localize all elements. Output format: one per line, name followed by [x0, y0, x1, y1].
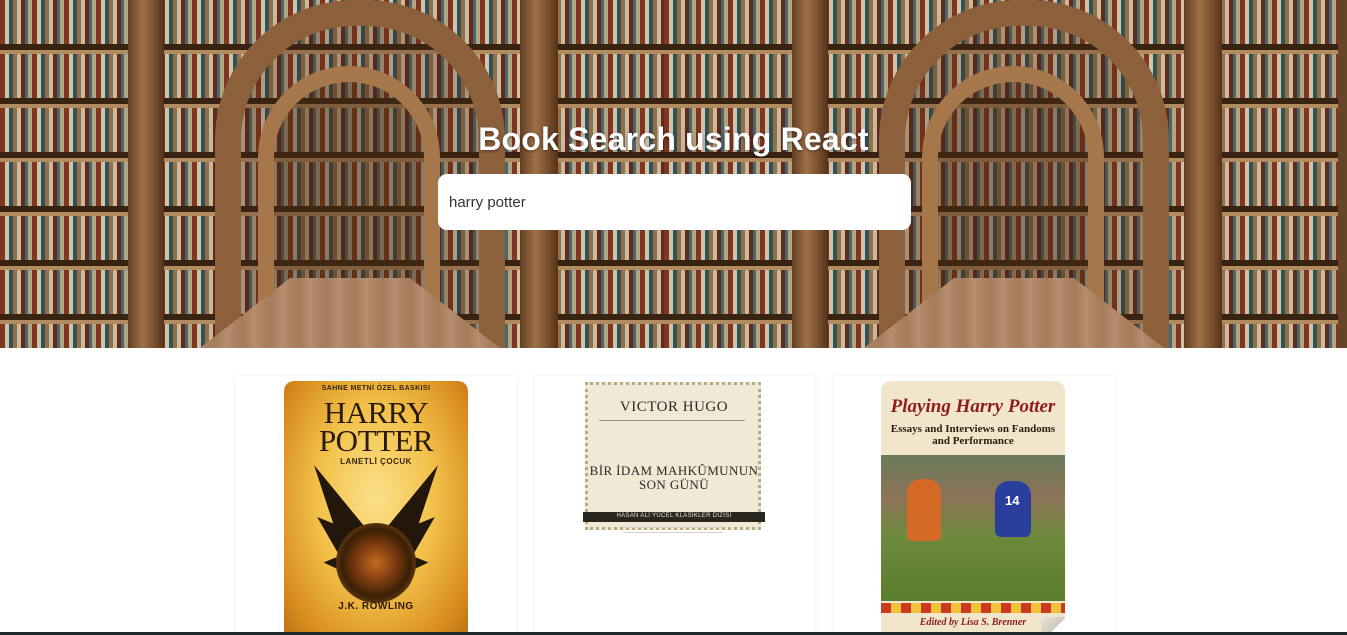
nest-icon	[336, 523, 416, 603]
book-card[interactable]: SAHNE METNİ ÖZEL BASKISI HARRY POTTER LA…	[236, 376, 516, 635]
player-figure	[995, 481, 1031, 537]
book-cover[interactable]: VICTOR HUGO BİR İDAM MAHKÛMUNUN SON GÜNÜ…	[583, 382, 765, 542]
results-grid: SAHNE METNİ ÖZEL BASKISI HARRY POTTER LA…	[0, 348, 1347, 635]
cover-title: Playing Harry Potter	[890, 396, 1056, 417]
divider	[623, 527, 723, 533]
cover-author: J.K. ROWLING	[338, 601, 414, 612]
book-card[interactable]: Playing Harry Potter Essays and Intervie…	[834, 376, 1114, 635]
stripe-decoration	[881, 603, 1065, 613]
cover-title: BİR İDAM MAHKÛMUNUN SON GÜNÜ	[589, 463, 759, 492]
cover-series: HASAN ALİ YÜCEL KLASİKLER DİZİSİ	[616, 513, 732, 519]
cover-subtitle: Essays and Interviews on Fandoms and Per…	[890, 423, 1056, 447]
cover-banner: SAHNE METNİ ÖZEL BASKISI	[321, 385, 431, 392]
cover-title: HARRY POTTER	[318, 395, 434, 458]
book-card[interactable]: VICTOR HUGO BİR İDAM MAHKÛMUNUN SON GÜNÜ…	[535, 376, 815, 635]
hero-banner: Book Search using React	[0, 0, 1347, 348]
cover-subtitle: LANETLİ ÇOCUK	[340, 457, 412, 466]
divider	[599, 420, 745, 421]
cover-photo: 14	[881, 455, 1065, 601]
page-title: Book Search using React	[478, 121, 869, 157]
cover-editor: Edited by Lisa S. Brenner	[919, 617, 1027, 628]
jersey-number: 14	[1005, 493, 1020, 508]
player-figure	[907, 479, 941, 541]
book-cover[interactable]: Playing Harry Potter Essays and Intervie…	[881, 381, 1065, 635]
search-input[interactable]	[438, 174, 911, 230]
cover-author: VICTOR HUGO	[619, 399, 729, 415]
book-cover[interactable]: SAHNE METNİ ÖZEL BASKISI HARRY POTTER LA…	[284, 381, 468, 635]
